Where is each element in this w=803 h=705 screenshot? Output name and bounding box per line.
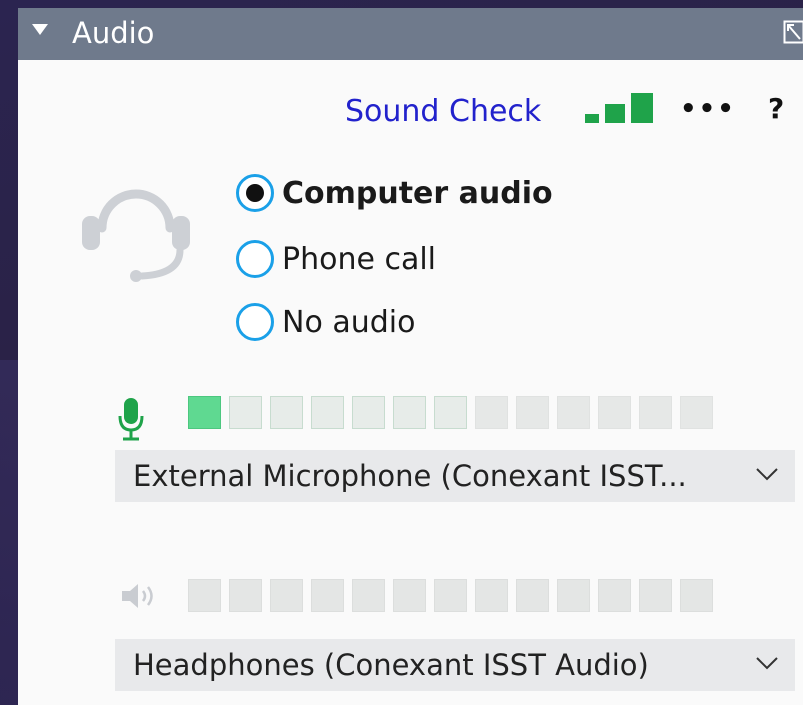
speaker-level-segment bbox=[352, 579, 385, 612]
speaker-level-segment bbox=[393, 579, 426, 612]
audio-panel: Audio Sound Check ••• ? Computer audio P… bbox=[18, 8, 803, 705]
mic-level-segment bbox=[352, 396, 385, 429]
microphone-icon bbox=[118, 398, 144, 441]
mic-level-segment bbox=[516, 396, 549, 429]
speaker-level-meter bbox=[188, 579, 713, 612]
mic-level-segment bbox=[639, 396, 672, 429]
radio-no-audio[interactable] bbox=[236, 303, 274, 341]
speaker-level-segment bbox=[516, 579, 549, 612]
panel-header[interactable]: Audio bbox=[18, 8, 803, 60]
speaker-icon bbox=[122, 584, 153, 608]
speaker-level-segment bbox=[680, 579, 713, 612]
mic-level-segment bbox=[311, 396, 344, 429]
speaker-level-segment bbox=[434, 579, 467, 612]
mic-level-segment bbox=[475, 396, 508, 429]
microphone-level-meter bbox=[188, 396, 713, 429]
option-label-no-audio: No audio bbox=[282, 304, 416, 340]
microphone-select-value: External Microphone (Conexant ISST... bbox=[133, 459, 687, 493]
chevron-down-icon[interactable] bbox=[755, 466, 779, 482]
option-label-phone-call: Phone call bbox=[282, 241, 437, 277]
mic-level-segment bbox=[434, 396, 467, 429]
speaker-level-segment bbox=[557, 579, 590, 612]
option-no-audio[interactable]: No audio bbox=[236, 300, 415, 344]
collapse-triangle-icon[interactable] bbox=[32, 24, 48, 35]
more-options-button[interactable]: ••• bbox=[680, 94, 736, 124]
option-computer-audio[interactable]: Computer audio bbox=[236, 171, 553, 215]
mic-level-segment bbox=[393, 396, 426, 429]
mic-level-segment bbox=[188, 396, 221, 429]
option-phone-call[interactable]: Phone call bbox=[236, 237, 436, 281]
chevron-down-icon[interactable] bbox=[755, 655, 779, 671]
mic-level-segment bbox=[557, 396, 590, 429]
speaker-level-segment bbox=[229, 579, 262, 612]
mic-level-segment bbox=[229, 396, 262, 429]
help-button[interactable]: ? bbox=[768, 92, 784, 125]
mic-level-segment bbox=[598, 396, 631, 429]
headset-icon bbox=[82, 189, 190, 282]
speaker-level-segment bbox=[311, 579, 344, 612]
mic-level-segment bbox=[680, 396, 713, 429]
radio-phone-call[interactable] bbox=[236, 240, 274, 278]
option-label-computer-audio: Computer audio bbox=[282, 175, 553, 211]
radio-computer-audio[interactable] bbox=[236, 174, 274, 212]
speaker-level-segment bbox=[639, 579, 672, 612]
popout-icon[interactable] bbox=[783, 20, 803, 44]
mic-level-segment bbox=[270, 396, 303, 429]
panel-title: Audio bbox=[72, 16, 155, 50]
speaker-select-value: Headphones (Conexant ISST Audio) bbox=[133, 648, 649, 682]
speaker-select[interactable]: Headphones (Conexant ISST Audio) bbox=[115, 639, 795, 691]
signal-strength-icon bbox=[585, 91, 657, 123]
speaker-level-segment bbox=[270, 579, 303, 612]
speaker-level-segment bbox=[188, 579, 221, 612]
speaker-level-segment bbox=[475, 579, 508, 612]
microphone-select[interactable]: External Microphone (Conexant ISST... bbox=[115, 450, 795, 502]
speaker-level-segment bbox=[598, 579, 631, 612]
sound-check-link[interactable]: Sound Check bbox=[345, 94, 541, 129]
